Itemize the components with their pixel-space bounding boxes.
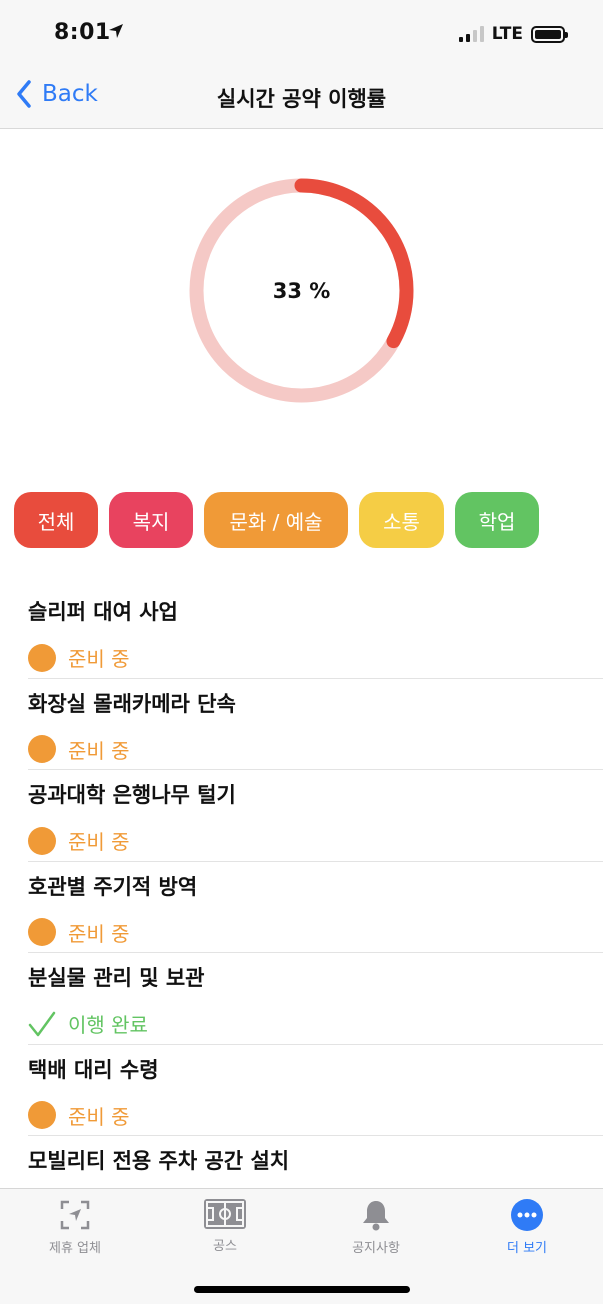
list-item[interactable]: 공과대학 은행나무 털기 준비 중 [28,770,603,862]
tab-label: 더 보기 [506,1241,547,1256]
tab-more[interactable]: 더 보기 [467,1199,587,1256]
list-item[interactable]: 화장실 몰래카메라 단속 준비 중 [28,679,603,770]
progress-ring: 33 % [186,175,417,406]
pledge-title: 공과대학 은행나무 털기 [28,783,236,807]
bell-icon [363,1201,389,1231]
status-label: 준비 중 [68,1104,130,1129]
tab-gongs[interactable]: 공스 [165,1199,285,1254]
tab-partners[interactable]: 제휴 업체 [15,1199,135,1256]
pledge-status: 준비 중 [28,735,130,764]
tab-label: 공지사항 [352,1241,400,1256]
progress-percentage: 33 % [272,278,331,303]
list-item[interactable]: 슬리퍼 대여 사업 준비 중 [28,587,603,679]
category-chip-academics[interactable]: 학업 [455,492,539,548]
home-indicator [194,1286,410,1293]
soccer-field-icon [204,1199,246,1229]
pledge-title: 택배 대리 수령 [28,1057,159,1082]
status-dot-icon [28,643,56,672]
status-dot-icon [28,918,56,946]
location-arrow-icon [108,23,124,43]
pledge-title: 분실물 관리 및 보관 [28,966,205,990]
list-item[interactable]: 호관별 주기적 방역 준비 중 [28,862,603,953]
status-label: 준비 중 [68,647,130,671]
status-time: 8:01 [54,20,111,45]
status-dot-icon [28,826,56,855]
status-label: 준비 중 [68,921,130,946]
status-label: 준비 중 [68,738,130,763]
page-title: 실시간 공약 이행률 [216,87,387,111]
signal-icon [458,26,484,42]
tab-notices[interactable]: 공지사항 [316,1199,436,1256]
list-item[interactable]: 택배 대리 수령 준비 중 [28,1045,603,1136]
status-bar: 8:01 LTE [0,0,603,66]
category-chip-all[interactable]: 전체 [14,492,98,548]
pledge-status: 준비 중 [28,918,130,947]
status-dot-icon [28,1101,56,1129]
list-item[interactable]: 분실물 관리 및 보관 이행 완료 [28,953,603,1045]
battery-icon [531,25,568,43]
checkmark-icon [28,1010,56,1038]
pledge-status: 준비 중 [28,643,130,672]
map-scan-icon [60,1200,90,1230]
status-label: 이행 완료 [68,1013,148,1037]
more-circle-icon [511,1199,543,1231]
pledge-status: 준비 중 [28,826,130,855]
category-filter: 전체 복지 문화 / 예술 소통 학업 [14,492,539,548]
pledge-title: 화장실 몰래카메라 단속 [28,691,236,716]
tab-label: 공스 [213,1239,237,1254]
pledge-status: 이행 완료 [28,1009,148,1038]
navigation-bar: Back 실시간 공약 이행률 [0,66,603,129]
status-label: 준비 중 [68,830,130,854]
pledge-title: 호관별 주기적 방역 [28,874,198,899]
status-dot-icon [28,735,56,763]
category-chip-welfare[interactable]: 복지 [109,492,193,548]
tab-label: 제휴 업체 [49,1241,101,1256]
pledge-list: 슬리퍼 대여 사업 준비 중 화장실 몰래카메라 단속 준비 중 공과대학 은행… [0,587,603,1228]
pledge-status: 준비 중 [28,1101,130,1130]
network-type: LTE [491,24,523,44]
pledge-title: 슬리퍼 대여 사업 [28,600,178,624]
category-chip-communication[interactable]: 소통 [359,492,444,548]
category-chip-culture-art[interactable]: 문화 / 예술 [204,492,348,548]
pledge-title: 모빌리티 전용 주차 공간 설치 [28,1149,290,1173]
status-indicators: LTE [458,24,568,44]
